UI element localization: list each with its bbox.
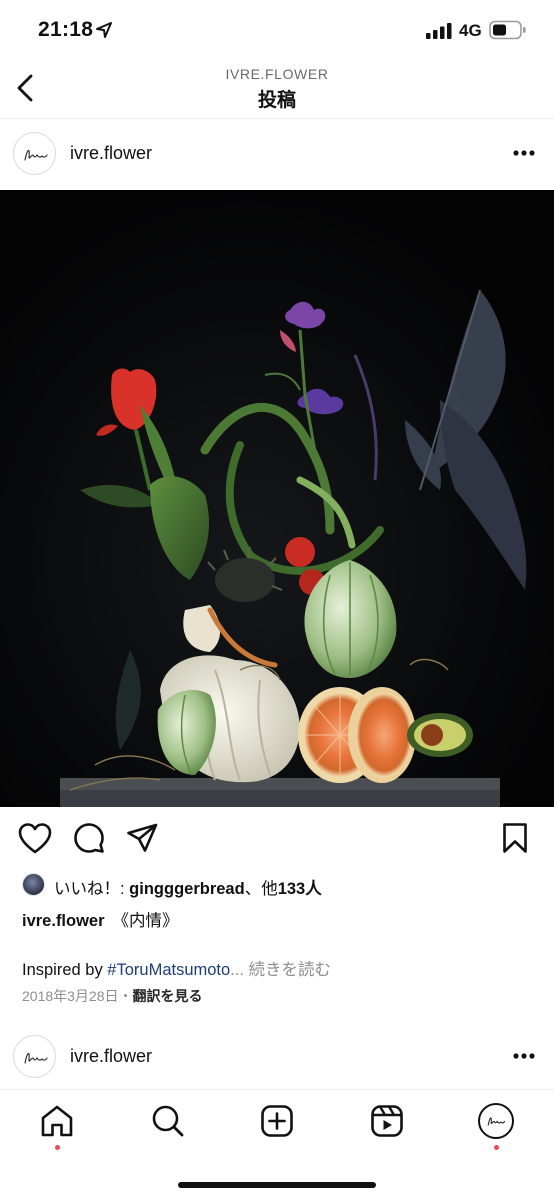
hashtag-link[interactable]: #ToruMatsumoto [107,961,230,979]
caption-title: 《内情》 [112,912,179,930]
still-life-photo [0,190,554,807]
network-label: 4G [459,21,482,40]
home-indicator [178,1182,376,1188]
more-options-icon[interactable] [512,1052,536,1060]
profile-avatar[interactable] [478,1103,514,1139]
next-post-username[interactable]: ivre.flower [70,1046,152,1067]
likes-count[interactable]: 133人 [278,880,322,898]
reels-icon[interactable] [370,1104,404,1138]
post-date: 2018年3月28日 [22,988,119,1004]
avatar[interactable] [13,1035,56,1078]
likes-text: いいね！: gingggerbread、他133人 [54,875,322,899]
caption-prefix: Inspired by [22,961,108,979]
next-post-header: ivre.flower [0,1022,554,1092]
signal-icon [426,23,452,39]
location-arrow-icon [96,22,112,38]
see-translation-link[interactable]: 翻訳を見る [133,988,203,1004]
post-username[interactable]: ivre.flower [70,143,152,164]
liker-avatar [22,873,45,896]
liker-username[interactable]: gingggerbread [129,880,245,898]
share-icon[interactable] [126,822,158,854]
likes-prefix: いいね！: [54,880,130,898]
more-options-icon[interactable] [512,149,536,157]
action-bar [0,818,554,862]
read-more-link[interactable]: 続きを読む [244,961,332,979]
nav-account-name: IVRE.FLOWER [225,66,329,82]
comment-icon[interactable] [73,822,105,854]
status-bar: 21:18 4G [0,0,554,60]
caption-line: ivre.flower 《内情》 [22,907,179,931]
signature-logo-icon [487,1117,506,1126]
caption-body: Inspired by #ToruMatsumoto... 続きを読む [22,956,331,980]
profile-notification-dot [494,1145,499,1150]
caption-ellipsis: ... [230,961,244,979]
battery-icon [489,20,526,40]
home-notification-dot [55,1145,60,1150]
post-meta: 2018年3月28日・翻訳を見る [22,986,203,1006]
new-post-icon[interactable] [260,1104,294,1138]
bookmark-icon[interactable] [502,822,528,854]
home-icon[interactable] [40,1104,74,1138]
meta-separator: ・ [118,988,133,1004]
search-icon[interactable] [151,1104,185,1138]
caption-username[interactable]: ivre.flower [22,912,105,930]
signature-logo-icon [24,1052,48,1064]
post-header: ivre.flower [0,119,554,189]
likes-middle: 、他 [244,880,278,898]
nav-header: IVRE.FLOWER 投稿 [0,60,554,119]
heart-icon[interactable] [18,822,52,856]
signature-logo-icon [24,149,48,161]
page-title: 投稿 [257,90,296,111]
status-time: 21:18 [38,18,94,41]
post-image[interactable] [0,190,554,807]
avatar[interactable] [13,132,56,175]
